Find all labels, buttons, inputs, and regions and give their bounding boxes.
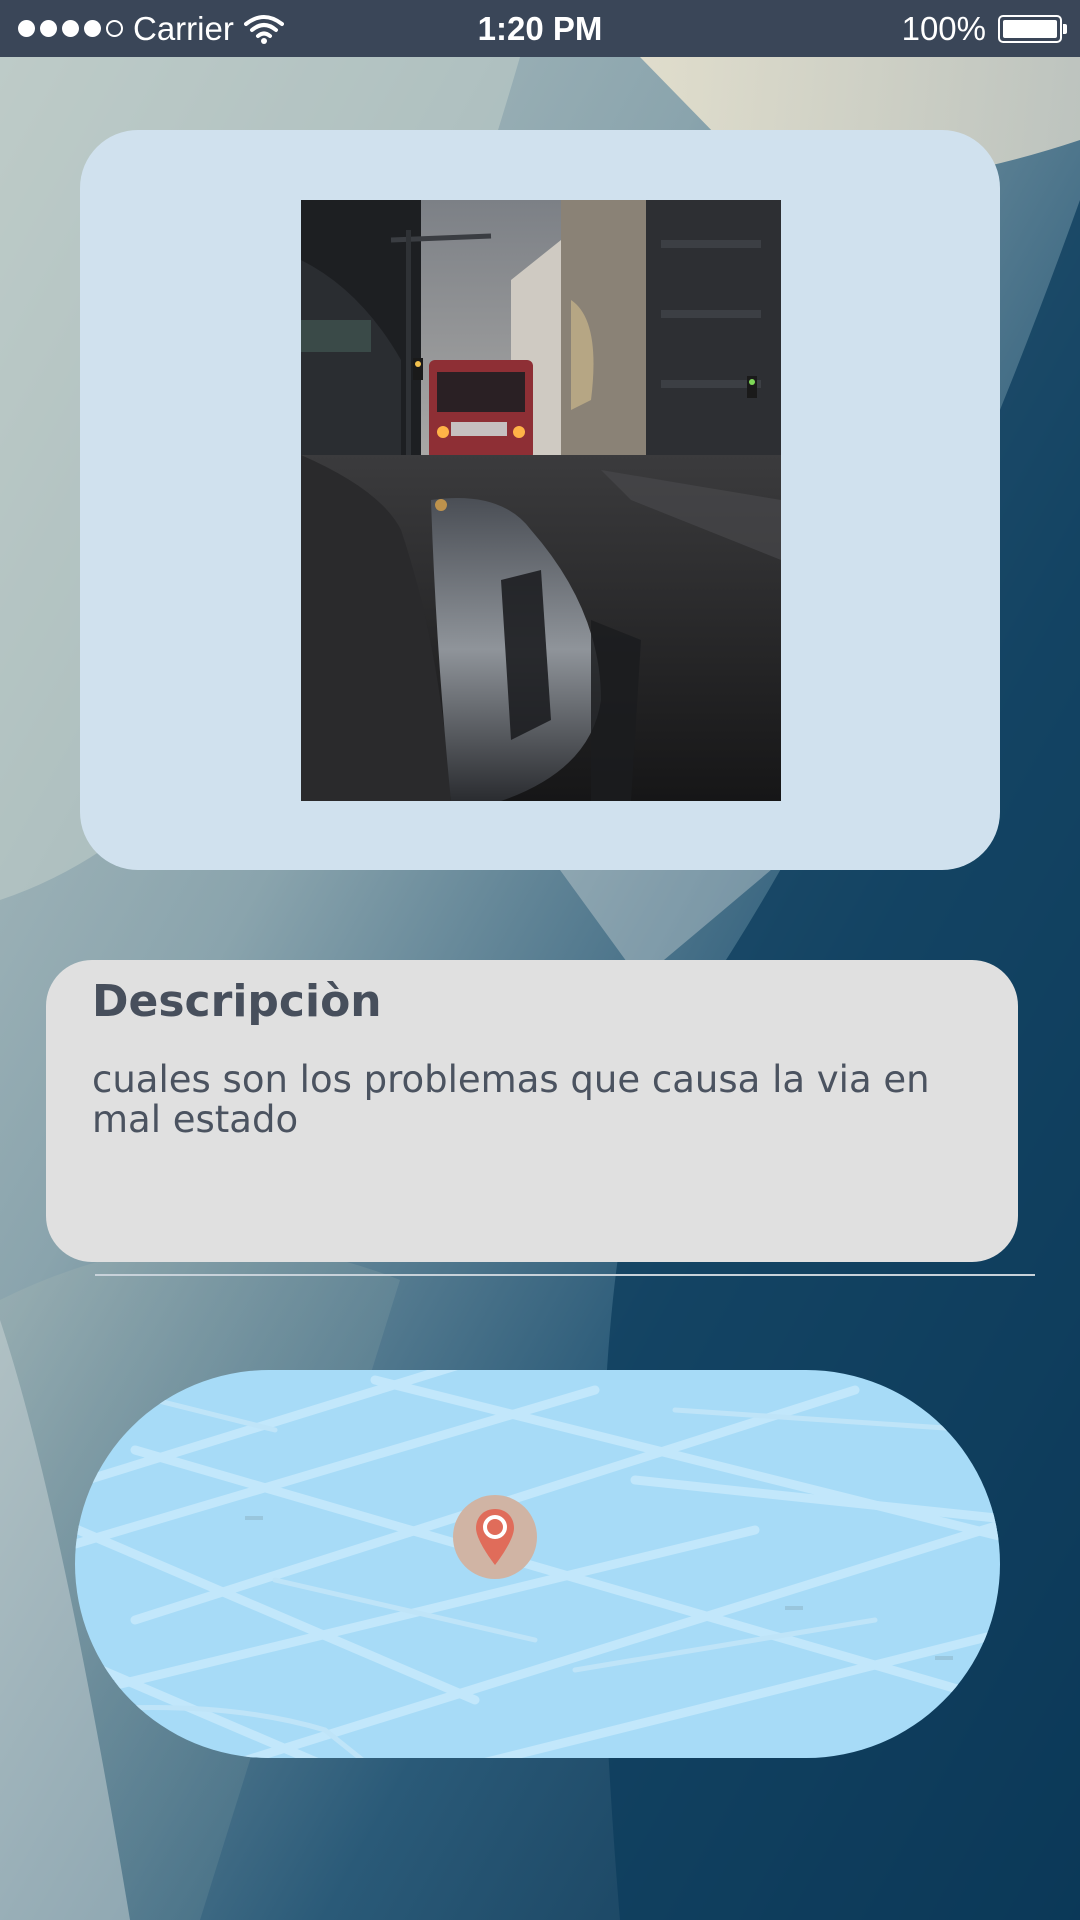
- divider: [95, 1274, 1035, 1276]
- location-map[interactable]: [75, 1370, 1000, 1758]
- street-photo: [301, 200, 781, 801]
- photo-card: [80, 130, 1000, 870]
- location-pin-icon: [476, 1509, 514, 1565]
- report-photo[interactable]: [301, 200, 781, 801]
- status-bar: Carrier 1:20 PM 100%: [0, 0, 1080, 57]
- battery-percentage: 100%: [901, 10, 986, 47]
- description-text: cuales son los problemas que causa la vi…: [92, 1058, 930, 1141]
- battery-icon: [998, 14, 1067, 43]
- location-pin[interactable]: [453, 1495, 537, 1579]
- description-title: Descripciòn: [92, 976, 382, 1027]
- battery-level: [1003, 19, 1057, 38]
- battery-tip: [1063, 23, 1067, 34]
- status-right: 100%: [901, 0, 1067, 57]
- description-card: Descripciòn cuales son los problemas que…: [46, 960, 1018, 1262]
- map-streets: [75, 1370, 1000, 1758]
